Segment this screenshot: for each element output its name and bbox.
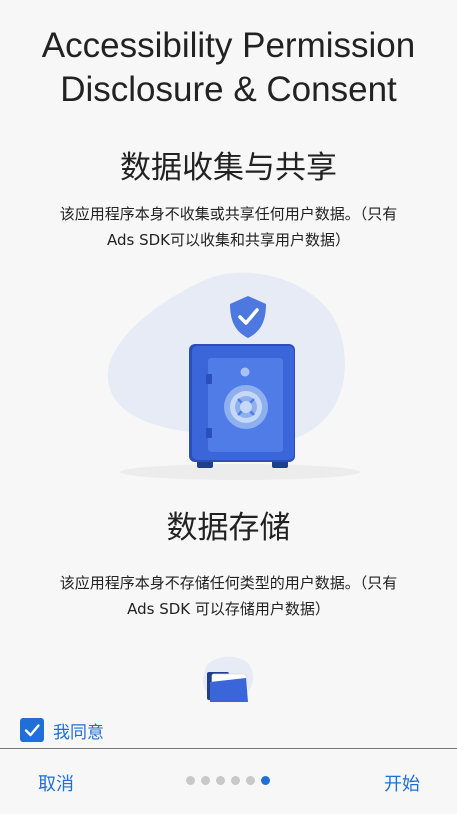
page-dot xyxy=(186,776,195,785)
title-line-2: Disclosure & Consent xyxy=(60,70,397,109)
checkmark-icon xyxy=(24,724,40,737)
page-dot xyxy=(201,776,210,785)
section-heading-data-storage: 数据存储 xyxy=(166,510,291,546)
page-title: Accessibility Permission Disclosure & Co… xyxy=(0,24,457,112)
page-dot-active xyxy=(261,776,270,785)
section-text-data-collection: 该应用程序本身不收集或共享任何用户数据。（只有 Ads SDK可以收集和共享用户… xyxy=(26,201,431,253)
page-dot xyxy=(216,776,225,785)
page-dot xyxy=(246,776,255,785)
consent-row[interactable]: 我同意 xyxy=(20,716,104,744)
folder-icon xyxy=(202,656,254,702)
start-button[interactable]: 开始 xyxy=(384,770,420,796)
text-line: 该应用程序本身不存储任何类型的用户数据。（只有 xyxy=(59,574,398,592)
title-line-1: Accessibility Permission xyxy=(41,26,416,65)
section-text-data-storage: 该应用程序本身不存储任何类型的用户数据。（只有 Ads SDK 可以存储用户数据… xyxy=(26,570,431,622)
consent-label[interactable]: 我同意 xyxy=(53,718,104,743)
text-line: Ads SDK 可以存储用户数据） xyxy=(127,600,330,618)
text-line: 该应用程序本身不收集或共享任何用户数据。（只有 xyxy=(59,205,398,223)
text-line: Ads SDK可以收集和共享用户数据） xyxy=(106,231,350,249)
page-indicator xyxy=(186,776,270,785)
safe-with-shield-icon xyxy=(107,272,360,480)
section-heading-data-collection: 数据收集与共享 xyxy=(120,150,337,186)
consent-checkbox[interactable] xyxy=(20,718,44,742)
footer-divider xyxy=(0,748,457,749)
cancel-button[interactable]: 取消 xyxy=(38,770,74,796)
page-dot xyxy=(231,776,240,785)
